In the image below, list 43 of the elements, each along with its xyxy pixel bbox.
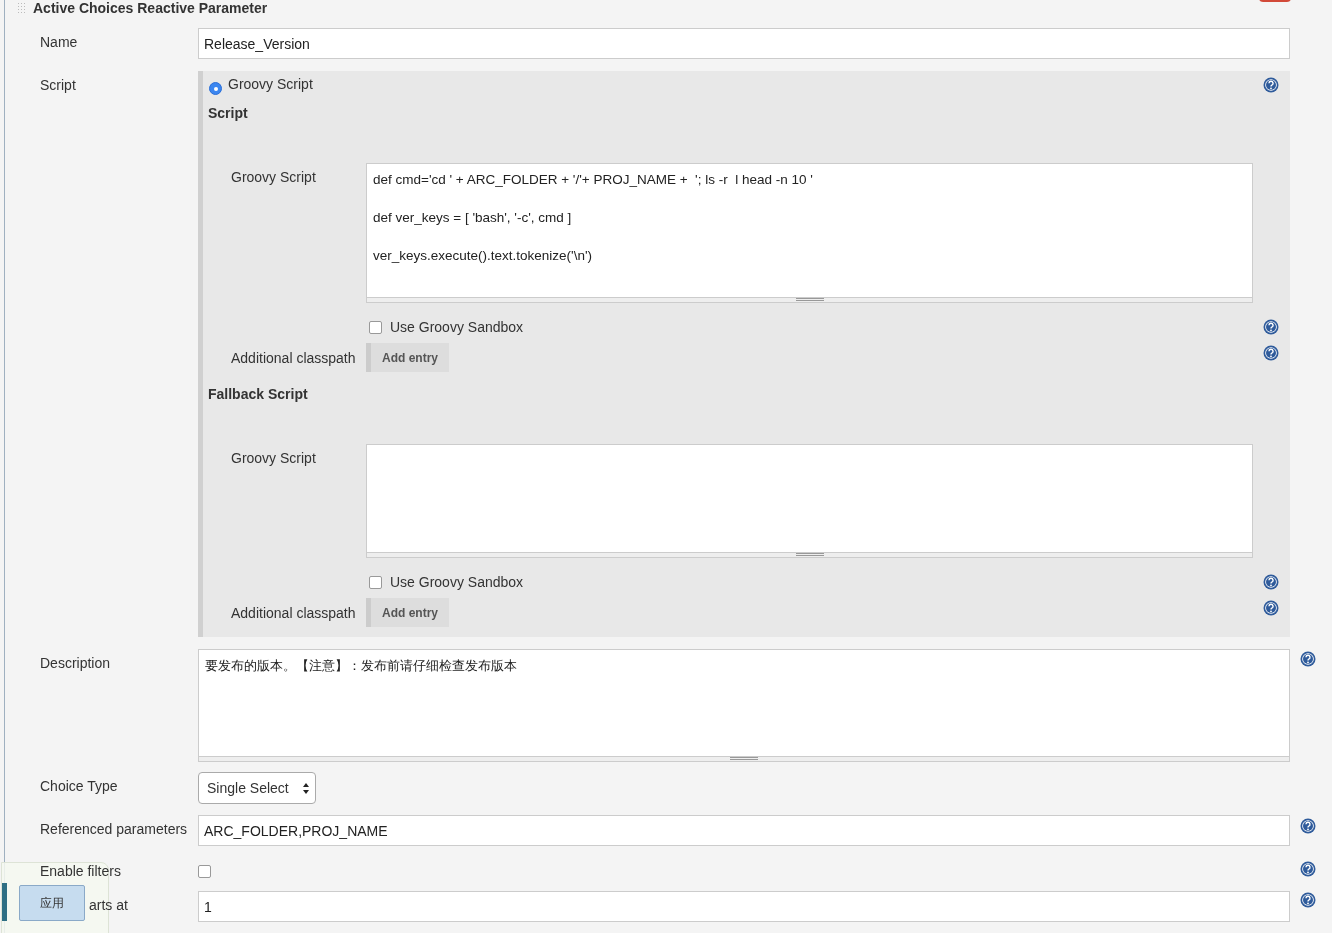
name-input[interactable]: Release_Version (198, 28, 1290, 59)
radio-button[interactable] (209, 82, 222, 95)
help-icon[interactable] (1263, 600, 1279, 616)
help-icon[interactable] (1300, 818, 1316, 834)
field-label: Script (39, 76, 77, 93)
checkbox-label: Use Groovy Sandbox (390, 574, 524, 590)
field-label: arts at (89, 897, 128, 913)
add-entry-button[interactable]: Add entry (366, 343, 449, 372)
radio-label: Groovy Script (228, 76, 313, 92)
resize-handle[interactable] (366, 553, 1253, 558)
field-label: Groovy Script (230, 168, 317, 185)
field-label: Additional classpath (230, 604, 357, 621)
checkbox[interactable] (369, 320, 382, 334)
help-icon[interactable] (1300, 861, 1316, 877)
help-icon[interactable] (1263, 574, 1279, 590)
checkbox-label: Use Groovy Sandbox (390, 319, 524, 335)
referenced-parameters-input[interactable]: ARC_FOLDER,PROJ_NAME (198, 815, 1290, 846)
checkbox[interactable] (369, 575, 382, 589)
checkbox[interactable] (198, 865, 211, 878)
field-label: Referenced parameters (39, 820, 189, 837)
help-icon[interactable] (1263, 77, 1279, 93)
resize-handle[interactable] (366, 298, 1253, 303)
help-icon[interactable] (1263, 319, 1279, 335)
field-label: Groovy Script (230, 449, 317, 466)
help-icon[interactable] (1300, 892, 1316, 908)
choice-type-select[interactable]: Single Select (198, 772, 316, 804)
apply-button[interactable]: 应用 (19, 885, 85, 921)
section-title: Active Choices Reactive Parameter (33, 0, 268, 16)
add-entry-button[interactable]: Add entry (366, 598, 449, 627)
field-label: Additional classpath (230, 349, 357, 366)
help-icon[interactable] (1300, 651, 1316, 667)
updown-caret-icon (302, 782, 309, 794)
field-label: Enable filters (39, 862, 122, 879)
field-label: Choice Type (39, 777, 119, 794)
field-label: Name (39, 33, 79, 50)
section-heading: Script (207, 105, 249, 123)
filter-start-input[interactable]: 1 (198, 891, 1290, 922)
field-label: Description (39, 654, 112, 671)
description-textarea[interactable]: 要发布的版本。【注意】：发布前请仔细检查发布版本 (198, 649, 1290, 757)
help-icon[interactable] (1263, 345, 1279, 361)
resize-handle[interactable] (198, 757, 1290, 762)
code-editor[interactable]: def cmd='cd ' + ARC_FOLDER + '/'+ PROJ_NAME + '; ls -r l head -n 10 ' def ver_keys = [ 'bash', '-c', cmd ] ver_keys.execute().text.tokenize('\n') (366, 163, 1253, 298)
section-heading: Fallback Script (207, 386, 309, 404)
